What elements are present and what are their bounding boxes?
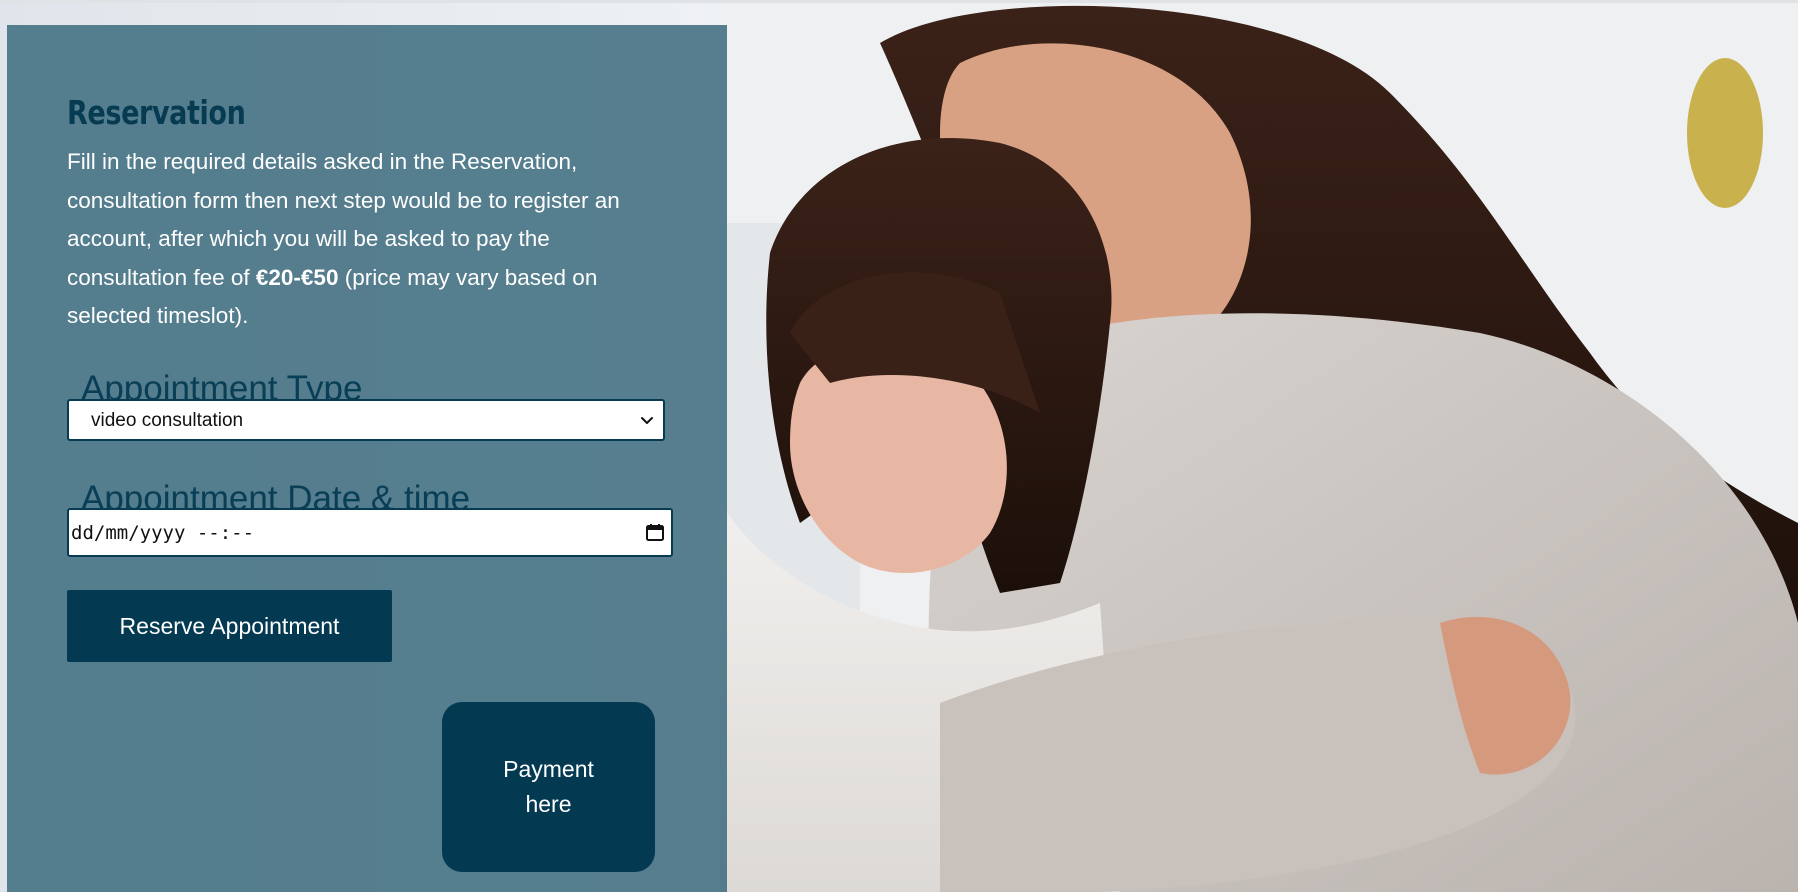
calendar-icon[interactable]	[645, 522, 665, 542]
chevron-down-icon	[641, 417, 653, 424]
payment-button-label: Payment here	[503, 756, 594, 817]
appointment-type-select[interactable]: video consultation	[67, 399, 665, 441]
appointment-datetime-input[interactable]: dd/mm/yyyy --:--	[67, 508, 673, 557]
payment-button[interactable]: Payment here	[442, 702, 655, 872]
appointment-datetime-placeholder: dd/mm/yyyy --:--	[71, 522, 255, 544]
reserve-appointment-button[interactable]: Reserve Appointment	[67, 590, 392, 662]
reservation-heading: Reservation	[67, 93, 246, 132]
reservation-intro: Fill in the required details asked in th…	[67, 143, 667, 336]
price-range: €20-€50	[255, 264, 339, 290]
reservation-panel: Reservation Fill in the required details…	[7, 25, 727, 892]
appointment-type-value: video consultation	[91, 410, 244, 431]
